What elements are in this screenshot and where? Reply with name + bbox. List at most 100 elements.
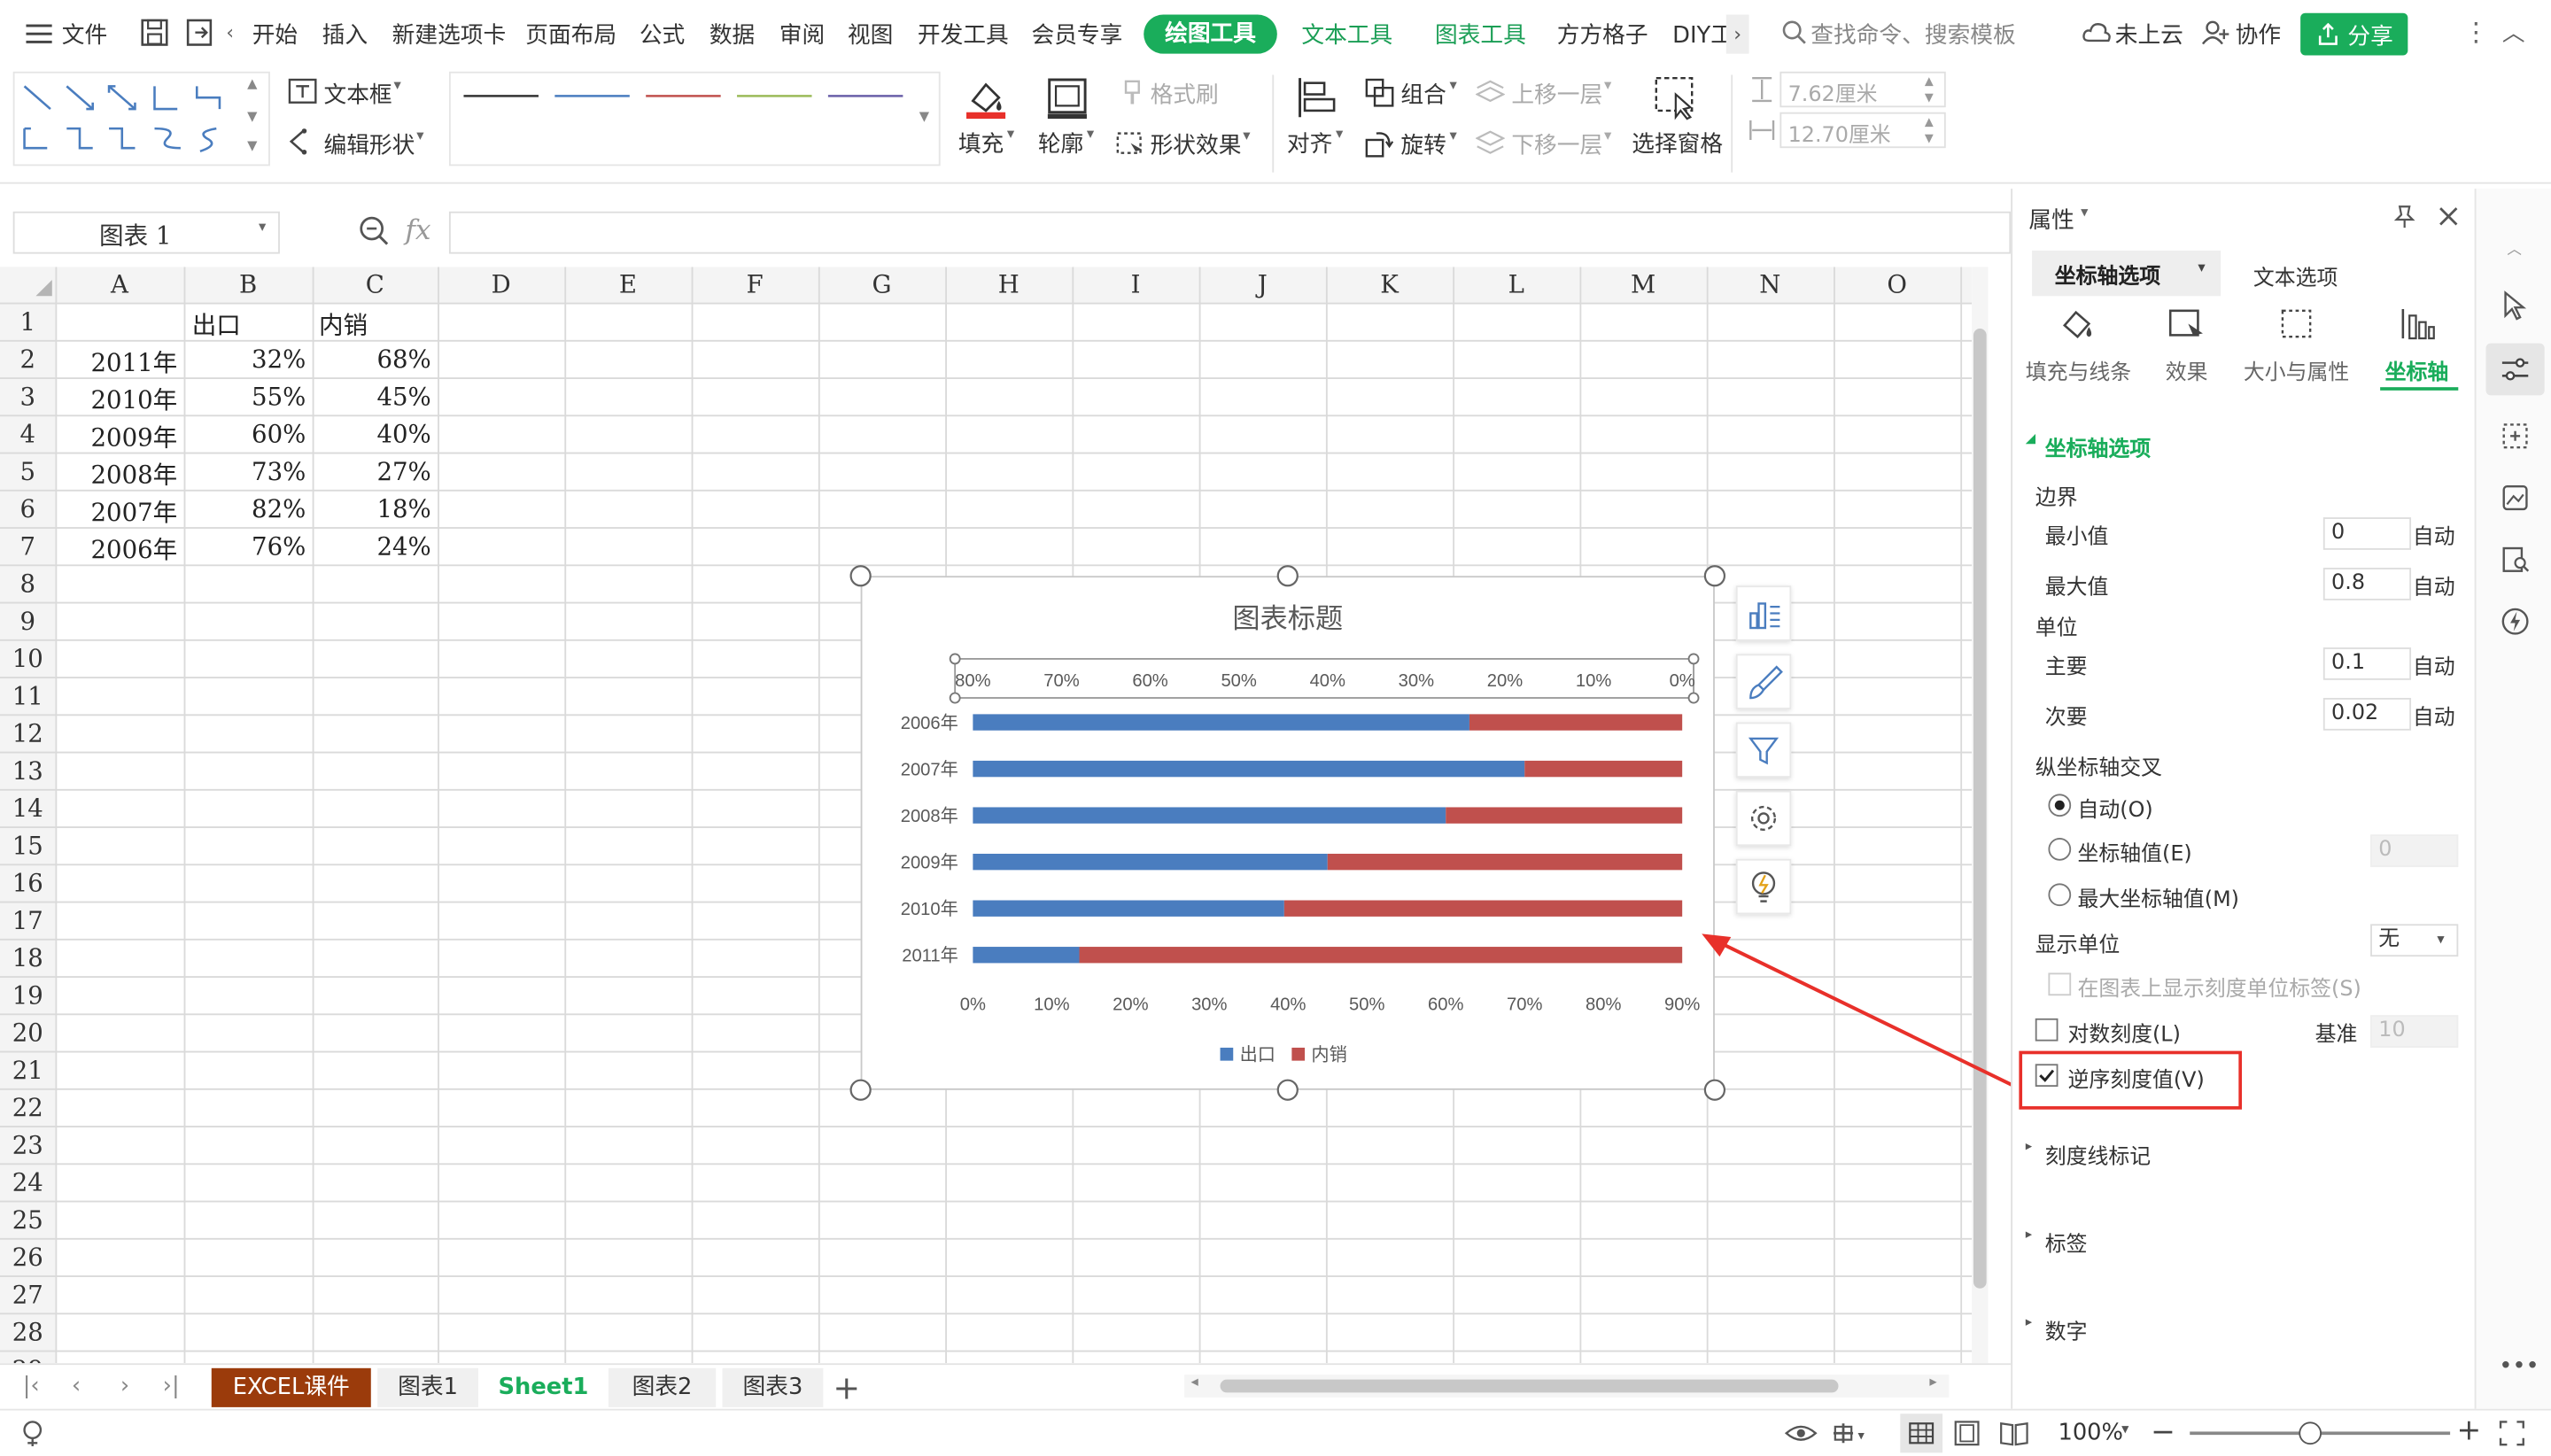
dropdown-icon[interactable]: ▾: [1450, 128, 1457, 144]
row-header[interactable]: 9: [0, 607, 55, 636]
share-button[interactable]: 分享: [2300, 12, 2408, 56]
eye-protect-icon[interactable]: [1784, 1421, 1818, 1453]
more-icon[interactable]: ⋮: [2463, 16, 2489, 47]
lightning-icon[interactable]: [2501, 607, 2530, 642]
column-header[interactable]: G: [818, 267, 945, 302]
transform-icon[interactable]: [2501, 422, 2530, 457]
format-brush-button[interactable]: 格式刷: [1151, 78, 1219, 111]
axis-handle[interactable]: [1687, 692, 1700, 704]
dropdown-icon[interactable]: ▾: [1087, 127, 1094, 143]
edit-shape-button[interactable]: 编辑形状: [324, 128, 415, 161]
row-header[interactable]: 24: [0, 1168, 55, 1197]
chart-object[interactable]: 80% 70% 60% 50% 40% 30% 20% 10% 0% 2006年 2007年 2008…: [849, 565, 1726, 1101]
row-header[interactable]: 14: [0, 794, 55, 823]
row-header[interactable]: 4: [0, 420, 55, 449]
row-header[interactable]: 16: [0, 869, 55, 898]
move-up-button[interactable]: 上移一层: [1511, 78, 1602, 111]
row-header[interactable]: 29: [0, 1355, 55, 1363]
fill-line-icon[interactable]: [2058, 306, 2097, 348]
bar-export[interactable]: [973, 807, 1446, 824]
sheet-tab-chart2[interactable]: 图表2: [608, 1367, 717, 1407]
tab-axis-options[interactable]: 坐标轴选项 ▾: [2032, 250, 2221, 297]
sheet-tab-sheet1[interactable]: Sheet1: [485, 1367, 602, 1407]
more-icon[interactable]: •••: [2499, 1353, 2539, 1379]
size-property-icon[interactable]: [2277, 306, 2316, 348]
axis-icon[interactable]: [2398, 306, 2437, 348]
log-scale-checkbox[interactable]: [2035, 1018, 2059, 1042]
row-header[interactable]: 6: [0, 494, 55, 523]
expand-arrow-icon[interactable]: ▸: [2026, 1227, 2032, 1242]
zoom-in-icon[interactable]: +: [2456, 1413, 2481, 1448]
max-auto-button[interactable]: 自动: [2413, 569, 2455, 600]
show-unit-label-checkbox[interactable]: [2048, 972, 2072, 996]
column-header[interactable]: M: [1579, 267, 1706, 302]
select-cursor-icon[interactable]: [2501, 290, 2530, 329]
format-brush-icon[interactable]: [1120, 80, 1145, 112]
search-icon[interactable]: [1781, 19, 1807, 52]
section-tick-marks[interactable]: 刻度线标记: [2045, 1139, 2151, 1170]
cell-year[interactable]: 2006年: [55, 532, 178, 567]
align-button[interactable]: 对齐: [1287, 127, 1332, 159]
bar-export[interactable]: [973, 853, 1328, 871]
menu-fangfang[interactable]: 方方格子: [1557, 18, 1648, 50]
height-input[interactable]: 7.62厘米 ▲ ▼: [1779, 71, 1946, 108]
image-tool-icon[interactable]: [2501, 484, 2530, 519]
expand-gallery-icon[interactable]: ▼: [247, 138, 257, 153]
reverse-scale-label[interactable]: 逆序刻度值(V): [2067, 1062, 2204, 1094]
collab-button[interactable]: 协作: [2236, 18, 2281, 50]
major-value-input[interactable]: 0.1: [2322, 647, 2412, 680]
outline-button[interactable]: 轮廓: [1038, 127, 1083, 159]
tab-text-tools[interactable]: 文本工具: [1301, 18, 1392, 50]
menu-dev-tools[interactable]: 开发工具: [918, 18, 1009, 50]
cell-domestic[interactable]: 24%: [313, 532, 430, 561]
width-input[interactable]: 12.70厘米 ▲ ▼: [1779, 112, 1946, 149]
legend-label[interactable]: 内销: [1311, 1045, 1346, 1065]
bar-domestic[interactable]: [1446, 807, 1683, 824]
zoom-slider-thumb[interactable]: [2299, 1421, 2322, 1445]
group-button[interactable]: 组合: [1400, 78, 1446, 111]
chevron-down-icon[interactable]: ▾: [259, 220, 266, 236]
row-header[interactable]: 28: [0, 1318, 55, 1347]
first-sheet-icon[interactable]: |‹: [23, 1373, 40, 1398]
select-pane-icon[interactable]: [1653, 74, 1698, 127]
section-arrow-icon[interactable]: ◢: [2026, 431, 2035, 446]
dropdown-icon[interactable]: ▾: [393, 78, 400, 94]
tab-effect[interactable]: 效果: [2166, 354, 2208, 386]
chevron-down-icon[interactable]: ▾: [2121, 1421, 2128, 1437]
formula-input[interactable]: [448, 211, 2012, 254]
reverse-scale-checkbox[interactable]: [2035, 1064, 2059, 1088]
cell-export[interactable]: 82%: [184, 494, 306, 523]
column-header[interactable]: K: [1326, 267, 1453, 302]
spinner-icon[interactable]: ▲ ▼: [1925, 74, 1934, 106]
rotate-button[interactable]: 旋转: [1400, 128, 1446, 161]
chevron-icon[interactable]: ‹: [226, 21, 234, 44]
row-header[interactable]: 13: [0, 756, 55, 786]
menu-view[interactable]: 视图: [848, 18, 893, 50]
normal-view-button[interactable]: [1900, 1413, 1943, 1453]
minor-auto-button[interactable]: 自动: [2413, 700, 2455, 731]
cell-c1[interactable]: 内销: [319, 307, 368, 342]
cell-export[interactable]: 73%: [184, 457, 306, 486]
effect-icon[interactable]: [2167, 306, 2206, 348]
menu-data[interactable]: 数据: [709, 18, 755, 50]
tab-chart-tools[interactable]: 图表工具: [1435, 18, 1526, 50]
search-command-input[interactable]: 查找命令、搜索模板: [1811, 18, 2015, 50]
menu-new-tab[interactable]: 新建选项卡: [392, 18, 507, 50]
last-sheet-icon[interactable]: ›|: [163, 1373, 180, 1398]
align-icon[interactable]: [1295, 74, 1340, 127]
row-header[interactable]: 12: [0, 719, 55, 748]
column-header[interactable]: I: [1072, 267, 1198, 302]
collapse-icon[interactable]: ︿: [2502, 16, 2525, 49]
row-header[interactable]: 25: [0, 1205, 55, 1235]
axis-handle[interactable]: [1687, 653, 1700, 665]
row-header[interactable]: 7: [0, 532, 55, 561]
axis-handle[interactable]: [949, 653, 961, 665]
row-header[interactable]: 5: [0, 457, 55, 486]
zoom-level[interactable]: 100%: [2058, 1421, 2123, 1446]
radio-auto-label[interactable]: 自动(O): [2078, 793, 2153, 824]
section-axis-options[interactable]: 坐标轴选项: [2045, 431, 2151, 462]
row-header[interactable]: 10: [0, 644, 55, 673]
chart-filter-button[interactable]: [1735, 722, 1792, 778]
scroll-thumb[interactable]: [1220, 1379, 1839, 1393]
name-box[interactable]: 图表 1 ▾: [12, 211, 280, 254]
